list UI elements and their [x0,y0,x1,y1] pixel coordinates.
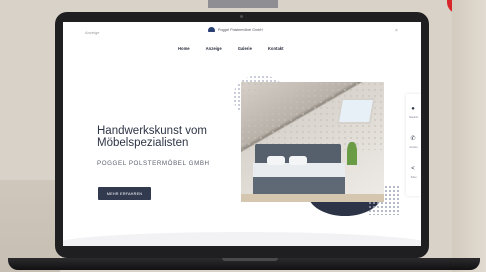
laptop-camera [240,15,243,18]
side-action-call[interactable]: ✆ Anrufen [406,132,421,160]
laptop-base-notch [222,258,278,261]
site-topbar: Anzeige Poggel Polstermöbel GmbH × [63,22,421,44]
nav-anzeige[interactable]: Anzeige [206,46,222,51]
side-action-share-label: Teilen [410,176,417,179]
background-top-tab [208,0,278,8]
close-icon[interactable]: × [395,28,398,34]
bed-pillow-left [267,156,285,165]
share-icon: < [411,166,415,172]
bed-pillow-right [289,156,307,165]
nav-kontakt[interactable]: Kontakt [268,46,284,51]
background-right-strip [452,0,486,272]
top-left-text: Anzeige [85,30,100,35]
side-action-panel: ● Standort ✆ Anrufen < Teilen [406,94,421,196]
site-logo[interactable]: Poggel Polstermöbel GmbH [208,27,263,32]
nav-home[interactable]: Home [178,46,190,51]
side-action-call-label: Anrufen [409,146,418,149]
hero-headline-line-2: Möbelspezialisten [97,137,189,149]
more-info-button[interactable]: MEHR ERFAHREN [98,187,151,200]
logo-mark-icon [208,27,215,32]
laptop-base [8,258,480,270]
hero-bedroom-image [241,82,384,202]
plant-pot [346,165,358,171]
location-icon: ● [411,106,415,112]
hero-headline-line-1: Handwerkskunst vom [97,125,207,137]
side-action-location-label: Standort [408,116,419,119]
hero-headline: Handwerkskunst vom Möbelspezialisten [97,125,262,149]
roof-window [336,98,376,124]
floor [241,194,384,202]
bottom-wave [63,232,421,246]
plant-icon [347,142,357,166]
laptop-screen: Anzeige Poggel Polstermöbel GmbH × Home … [63,22,421,246]
hero-subheadline: POGGEL POLSTERMÖBEL GMBH [97,160,210,167]
side-action-share[interactable]: < Teilen [406,162,421,190]
nav-galerie[interactable]: Galerie [238,46,252,51]
logo-text: Poggel Polstermöbel GmbH [218,27,263,32]
bed-sheet [253,163,345,178]
side-action-location[interactable]: ● Standort [406,102,421,130]
main-nav: Home Anzeige Galerie Kontakt [178,46,284,51]
phone-icon: ✆ [410,136,416,142]
laptop-lid: Anzeige Poggel Polstermöbel GmbH × Home … [55,12,429,258]
